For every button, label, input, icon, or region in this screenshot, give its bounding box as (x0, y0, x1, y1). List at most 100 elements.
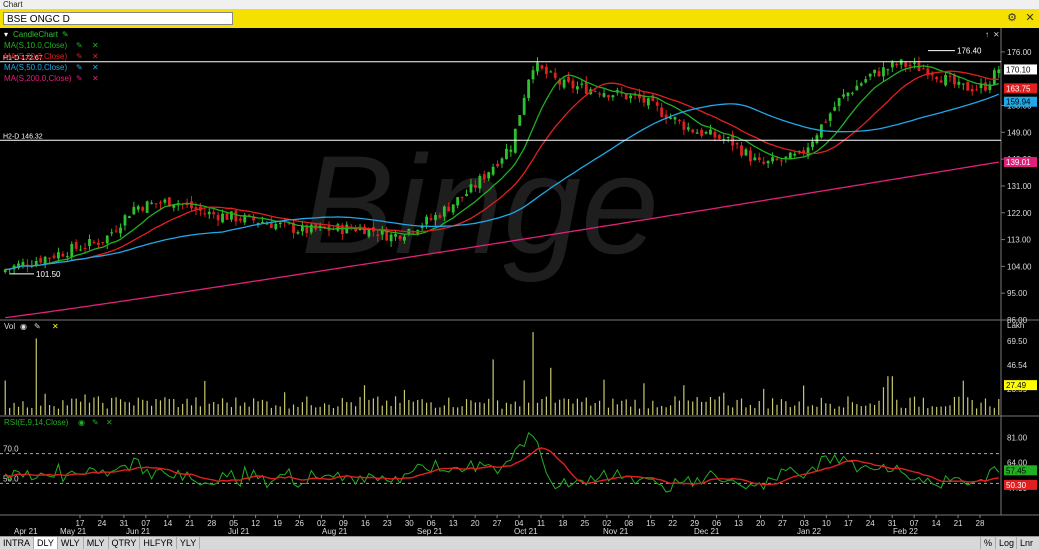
candle (837, 97, 841, 112)
chart-area[interactable]: Binge 176.00158.00149.00140.00131.00122.… (0, 28, 1039, 536)
remove-icon[interactable]: ✕ (106, 418, 113, 427)
pencil-icon[interactable]: ✎ (76, 52, 83, 61)
log-scale-button[interactable]: Log (995, 537, 1017, 549)
rsi-panel: RSI(E,9,14,Close)◉✎✕81.0064.0047.0070.05… (0, 418, 1037, 493)
price-badge: 170.10 (1006, 65, 1031, 74)
candle (970, 84, 974, 96)
x-month-label: Jan 22 (797, 527, 822, 536)
candle (101, 242, 105, 246)
candle (921, 64, 925, 70)
remove-icon[interactable]: ✕ (92, 63, 99, 72)
rsi-label: RSI(E,9,14,Close) (4, 418, 69, 427)
candle (598, 91, 601, 98)
up-arrow-icon[interactable]: ↑ (985, 30, 989, 39)
candle (709, 124, 712, 135)
price-badges: 170.10 163.75 159.94 139.01 (1004, 64, 1037, 168)
percent-scale-button[interactable]: % (980, 537, 995, 549)
candle (704, 130, 708, 135)
timeframe-tab-yly[interactable]: YLY (177, 537, 201, 549)
settings-icon[interactable]: ⚙ (1004, 9, 1020, 28)
candle (961, 83, 965, 91)
candle (576, 81, 579, 94)
timeframe-tab-qtry[interactable]: QTRY (109, 537, 141, 549)
candle (678, 118, 681, 125)
candle (540, 64, 544, 71)
eye-icon[interactable]: ◉ (20, 322, 27, 331)
candle (966, 81, 970, 91)
price-tick-label: 95.00 (1007, 289, 1028, 298)
price-tick-label: 149.00 (1007, 128, 1032, 137)
price-tick-label: 104.00 (1007, 262, 1032, 271)
remove-icon[interactable]: ✕ (92, 52, 99, 61)
candle (252, 213, 256, 224)
candle (811, 137, 814, 151)
remove-icon[interactable]: ✕ (92, 74, 99, 83)
x-month-label: Dec 21 (694, 527, 720, 536)
pencil-icon[interactable]: ✎ (92, 418, 99, 427)
price-tick-label: 176.00 (1007, 48, 1032, 57)
rsi-line (4, 432, 1000, 493)
candle (851, 91, 854, 96)
timeframe-tab-wly[interactable]: WLY (58, 537, 84, 549)
candle (43, 255, 47, 269)
eye-icon[interactable]: ◉ (78, 418, 85, 427)
linear-scale-button[interactable]: Lnr (1016, 537, 1036, 549)
candle (567, 72, 570, 84)
candle (176, 199, 180, 211)
x-day-label: 15 (646, 519, 655, 528)
candle (726, 136, 730, 143)
candle (695, 128, 699, 134)
candle (939, 76, 943, 83)
pencil-icon[interactable]: ✎ (76, 74, 83, 83)
candle (944, 70, 947, 87)
x-day-label: 12 (251, 519, 260, 528)
candle (513, 128, 517, 154)
ticker-field[interactable]: BSE ONGC D (3, 12, 233, 25)
candle (988, 81, 992, 94)
timeframe-tab-intra[interactable]: INTRA (0, 537, 34, 549)
candle (234, 209, 238, 226)
candle (522, 94, 526, 116)
x-day-label: 16 (361, 519, 370, 528)
candle (899, 58, 903, 70)
x-axis: 17 24 31 07 14 21 28 05 12 19 26 02 09 16 23 30 06 13 20 27… (14, 515, 985, 536)
pencil-icon[interactable]: ✎ (76, 63, 83, 72)
candle (52, 252, 56, 260)
pencil-icon[interactable]: ✎ (76, 41, 83, 50)
pencil-icon[interactable]: ✎ (62, 30, 69, 39)
candle (562, 77, 566, 90)
pencil-icon[interactable]: ✎ (34, 322, 41, 331)
candle (110, 228, 114, 237)
candle (553, 67, 557, 81)
collapse-icon[interactable]: ⨯ (993, 30, 1000, 39)
triangle-icon[interactable]: ▾ (4, 30, 8, 39)
candle (247, 214, 251, 216)
remove-icon[interactable]: ✕ (92, 41, 99, 50)
timeframe-tab-mly[interactable]: MLY (84, 537, 109, 549)
candle (753, 153, 757, 161)
candle (602, 89, 606, 98)
price-tick-label: 122.00 (1007, 209, 1032, 218)
x-day-label: 28 (207, 519, 216, 528)
candle (788, 151, 792, 159)
candle (673, 116, 677, 125)
timeframe-bar: INTRA DLY WLY MLY QTRY HLFYR YLY % Log Lnr (0, 536, 1039, 549)
candle (571, 77, 575, 94)
candle (123, 213, 127, 231)
timeframe-tab-hlfyr[interactable]: HLFYR (140, 537, 177, 549)
x-day-label: 23 (383, 519, 392, 528)
candle (735, 141, 739, 149)
candle (92, 239, 96, 245)
candle (868, 73, 872, 81)
candle (203, 207, 207, 217)
candle (686, 122, 690, 132)
timeframe-tab-dly[interactable]: DLY (34, 537, 58, 549)
candle (61, 251, 65, 257)
indicator-label: MA(S,200.0,Close) (4, 74, 72, 83)
candle (824, 119, 828, 124)
rsi-tick-label: 81.00 (1007, 433, 1028, 442)
close-icon[interactable]: ✕ (1022, 9, 1038, 28)
candle (128, 215, 131, 219)
timeframe-tabs: INTRA DLY WLY MLY QTRY HLFYR YLY (0, 537, 201, 549)
remove-icon[interactable]: ✕ (52, 322, 59, 331)
